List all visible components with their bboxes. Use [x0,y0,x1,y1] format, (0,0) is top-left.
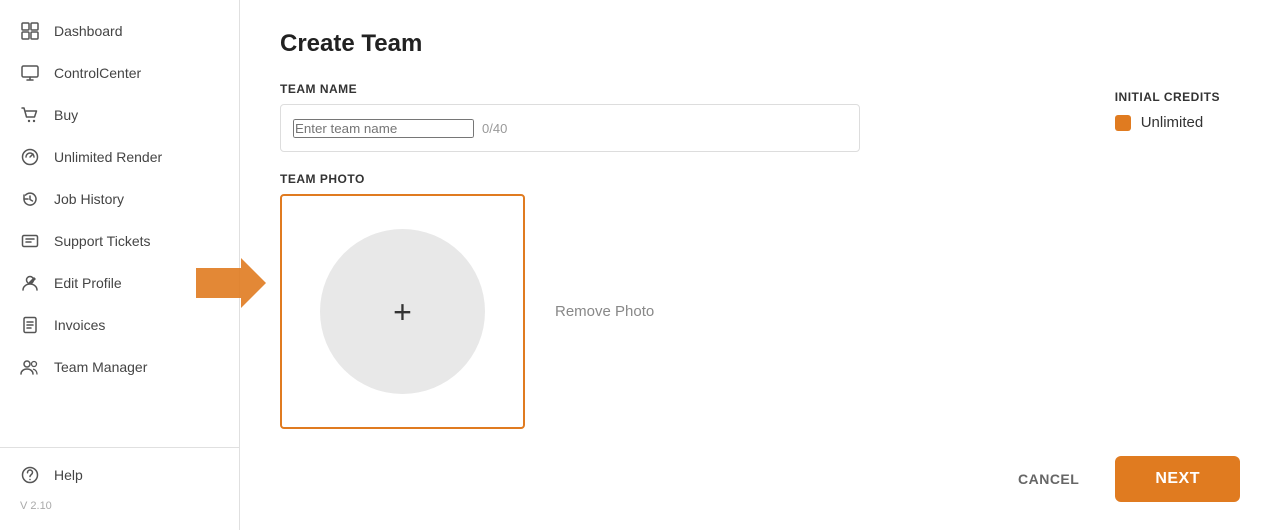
credits-section: INITIAL CREDITS Unlimited [1115,90,1220,131]
sidebar-label-invoices: Invoices [54,317,105,333]
team-name-input-wrapper[interactable]: 0/40 [280,104,860,152]
cancel-button[interactable]: CANCEL [1002,461,1095,497]
sidebar-item-unlimitedrender[interactable]: Unlimited Render [0,136,239,178]
photo-circle: + [320,229,485,394]
sidebar-label-dashboard: Dashboard [54,23,123,39]
arrow-indicator [196,258,266,308]
credits-value: Unlimited [1115,114,1220,131]
main-content: Create Team INITIAL CREDITS Unlimited TE… [240,0,1280,530]
create-team-form: TEAM NAME 0/40 TEAM PHOTO + Remove Photo [280,82,1240,429]
invoices-icon [20,315,40,335]
monitor-icon [20,63,40,83]
sidebar-label-teammanager: Team Manager [54,359,147,375]
sidebar-label-help: Help [54,467,83,483]
sidebar-label-buy: Buy [54,107,78,123]
team-name-input[interactable] [293,119,474,138]
sidebar-item-teammanager[interactable]: Team Manager [0,346,239,388]
sidebar-item-help[interactable]: Help [0,454,239,496]
next-button[interactable]: NEXT [1115,456,1240,502]
sidebar-item-supporttickets[interactable]: Support Tickets [0,220,239,262]
sidebar-item-invoices[interactable]: Invoices [0,304,239,346]
history-icon [20,189,40,209]
team-icon [20,357,40,377]
cart-icon [20,105,40,125]
photo-section: + Remove Photo [280,194,1240,429]
team-name-field: TEAM NAME 0/40 [280,82,1240,152]
help-icon [20,465,40,485]
remove-photo-button[interactable]: Remove Photo [555,303,654,320]
team-name-label: TEAM NAME [280,82,1240,96]
photo-upload-box[interactable]: + [280,194,525,429]
sidebar-item-dashboard[interactable]: Dashboard [0,10,239,52]
render-icon [20,147,40,167]
sidebar-label-unlimitedrender: Unlimited Render [54,149,162,165]
version-label: V 2.10 [0,496,239,520]
footer-buttons: CANCEL NEXT [1002,456,1240,502]
credits-text: Unlimited [1141,114,1204,131]
dashboard-icon [20,21,40,41]
sidebar-label-jobhistory: Job History [54,191,124,207]
sidebar-bottom: Help V 2.10 [0,447,239,520]
profile-icon [20,273,40,293]
sidebar-item-controlcenter[interactable]: ControlCenter [0,52,239,94]
char-count: 0/40 [482,121,507,136]
team-photo-field: TEAM PHOTO + Remove Photo [280,172,1240,429]
plus-icon: + [393,296,412,328]
team-photo-label: TEAM PHOTO [280,172,1240,186]
tickets-icon [20,231,40,251]
credits-dot [1115,115,1131,131]
page-title: Create Team [280,30,1240,58]
sidebar-item-jobhistory[interactable]: Job History [0,178,239,220]
sidebar-item-buy[interactable]: Buy [0,94,239,136]
sidebar-label-editprofile: Edit Profile [54,275,122,291]
credits-title: INITIAL CREDITS [1115,90,1220,104]
sidebar-label-controlcenter: ControlCenter [54,65,141,81]
sidebar-label-supporttickets: Support Tickets [54,233,151,249]
